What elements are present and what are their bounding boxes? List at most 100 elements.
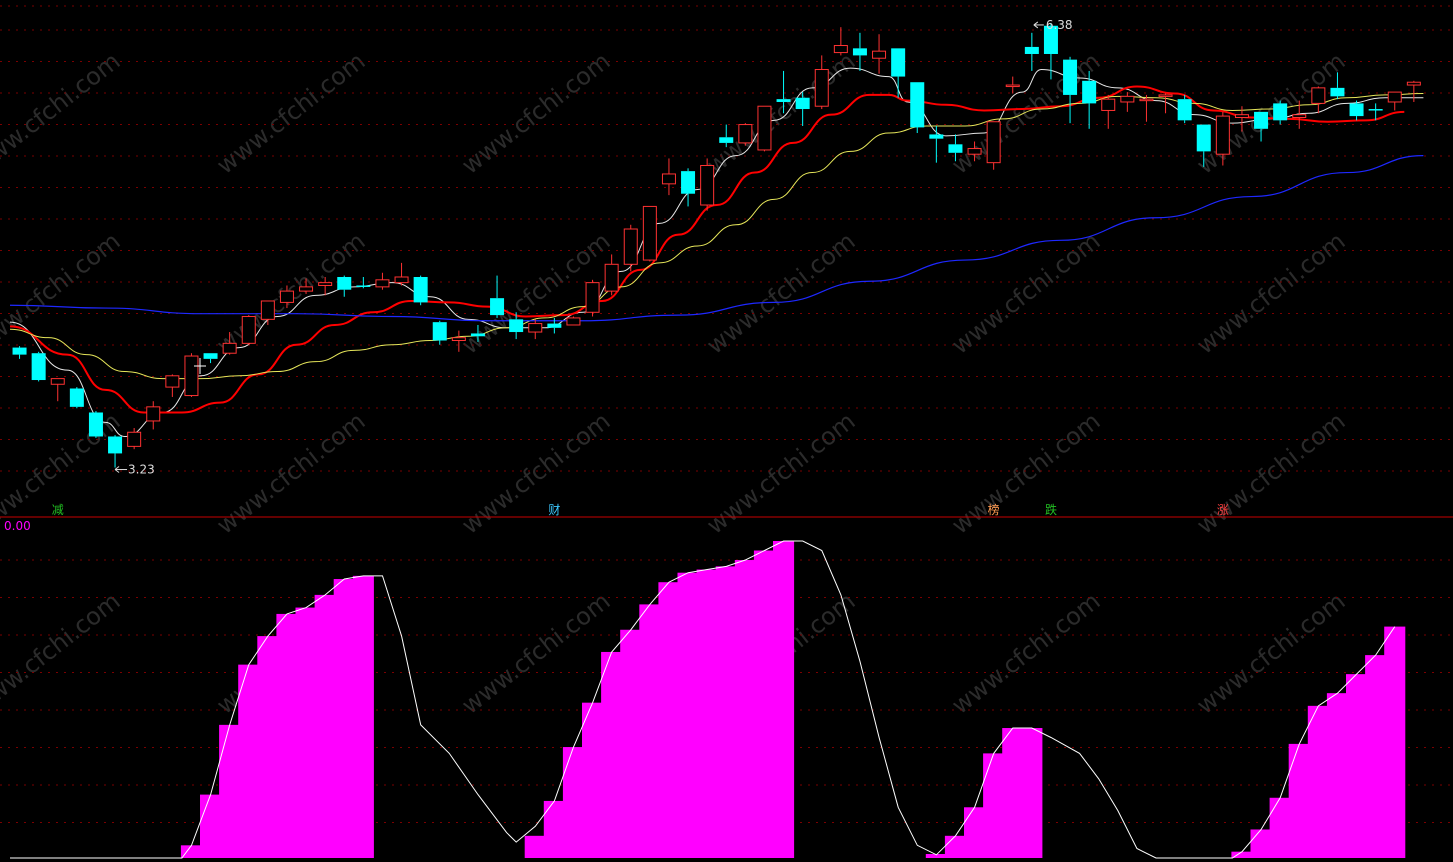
oscillator-bar xyxy=(1250,829,1272,858)
candle-body xyxy=(375,279,390,288)
oscillator-bar xyxy=(200,794,222,858)
candle-body xyxy=(738,124,753,144)
candle xyxy=(910,82,925,134)
oscillator-bar xyxy=(295,607,317,858)
candle xyxy=(986,121,1001,170)
oscillator-bar xyxy=(257,636,279,858)
candle-body xyxy=(88,412,103,437)
low-price-label: 3.23 xyxy=(128,463,155,477)
oscillator-bar xyxy=(543,800,565,858)
candle-body xyxy=(394,276,409,284)
candle-body xyxy=(451,337,466,342)
candle-body xyxy=(1292,114,1307,119)
candle-body xyxy=(566,317,581,326)
candle-body xyxy=(146,406,161,422)
signal-tag: 跌 xyxy=(1045,502,1057,517)
oscillator-bar xyxy=(1365,655,1387,858)
candle-body xyxy=(1387,91,1402,103)
candle-body xyxy=(852,48,867,56)
candle-body xyxy=(509,319,524,333)
candle-body xyxy=(1063,59,1078,95)
candle-body xyxy=(413,276,428,303)
candle-body xyxy=(1139,98,1154,102)
candle-body xyxy=(1082,80,1097,104)
candle-body xyxy=(623,228,638,265)
candle-body xyxy=(814,69,829,107)
candle-body xyxy=(1254,111,1269,129)
oscillator-bar xyxy=(753,550,775,858)
oscillator-bar xyxy=(620,629,642,858)
candle-body xyxy=(337,276,352,290)
candle-body xyxy=(318,282,333,286)
candle xyxy=(585,279,600,317)
oscillator-bar xyxy=(314,594,336,858)
candle-body xyxy=(432,322,447,341)
candle-body xyxy=(50,378,65,385)
stock-chart-window: www.cfchi.com www.cfchi.com www.cfchi.com w… xyxy=(0,0,1453,862)
oscillator-bar xyxy=(983,753,1005,858)
candle-body xyxy=(776,99,791,102)
signal-tag: 涨 xyxy=(1217,502,1229,517)
candle-body xyxy=(12,347,27,355)
oscillator-bar xyxy=(333,579,355,858)
candle xyxy=(566,316,581,326)
candle-body xyxy=(222,342,237,354)
candle-body xyxy=(929,134,944,139)
candle-body xyxy=(891,48,906,77)
candle-body xyxy=(528,323,543,333)
candle-body xyxy=(260,300,275,320)
oscillator-bar xyxy=(1346,674,1368,858)
candle-body xyxy=(299,286,314,292)
oscillator-bar xyxy=(1307,705,1329,858)
candle-body xyxy=(661,173,676,185)
candle-body xyxy=(681,171,696,194)
candle-body xyxy=(1368,109,1383,111)
candle-body xyxy=(1177,99,1192,121)
candle-body xyxy=(1101,98,1116,111)
oscillator-bar xyxy=(677,572,699,858)
oscillator-bar xyxy=(1326,693,1348,858)
candle-body xyxy=(967,148,982,155)
candle-body xyxy=(604,263,619,292)
candle xyxy=(623,224,638,272)
signal-tag: 减 xyxy=(52,503,64,517)
candle xyxy=(757,105,772,152)
candle-body xyxy=(1024,46,1039,54)
oscillator-bar xyxy=(582,702,604,858)
oscillator-bar xyxy=(696,569,718,858)
oscillator-bar xyxy=(562,747,584,858)
oscillator-bar xyxy=(601,651,623,858)
candle-body xyxy=(1215,115,1230,155)
candle-body xyxy=(69,388,84,407)
candle xyxy=(241,315,256,345)
candle-body xyxy=(1158,94,1173,97)
candle-body xyxy=(986,121,1001,164)
candle-body xyxy=(547,323,562,328)
candle xyxy=(642,205,657,262)
candle xyxy=(413,275,428,306)
oscillator-bar xyxy=(964,807,986,858)
candle-body xyxy=(910,82,925,128)
candle-body xyxy=(1406,81,1421,86)
candle xyxy=(738,123,753,146)
candle xyxy=(31,351,46,382)
oscillator-bar xyxy=(1002,728,1024,858)
candle-body xyxy=(585,282,600,313)
candle-body xyxy=(1273,103,1288,121)
candle-body xyxy=(700,164,715,206)
candle xyxy=(184,353,199,397)
candle-body xyxy=(1196,124,1211,152)
candle xyxy=(700,158,715,211)
candle xyxy=(88,411,103,438)
candle-body xyxy=(757,105,772,151)
candle-body xyxy=(127,431,142,447)
candle-body xyxy=(795,97,810,110)
candle-body xyxy=(1311,87,1326,104)
candle-body xyxy=(948,144,963,153)
candle-body xyxy=(1120,95,1135,103)
candle-body xyxy=(470,333,485,337)
oscillator-bar xyxy=(352,575,374,858)
oscillator-bar xyxy=(276,613,298,858)
oscillator-bar xyxy=(238,664,260,858)
candle-body xyxy=(719,137,734,143)
